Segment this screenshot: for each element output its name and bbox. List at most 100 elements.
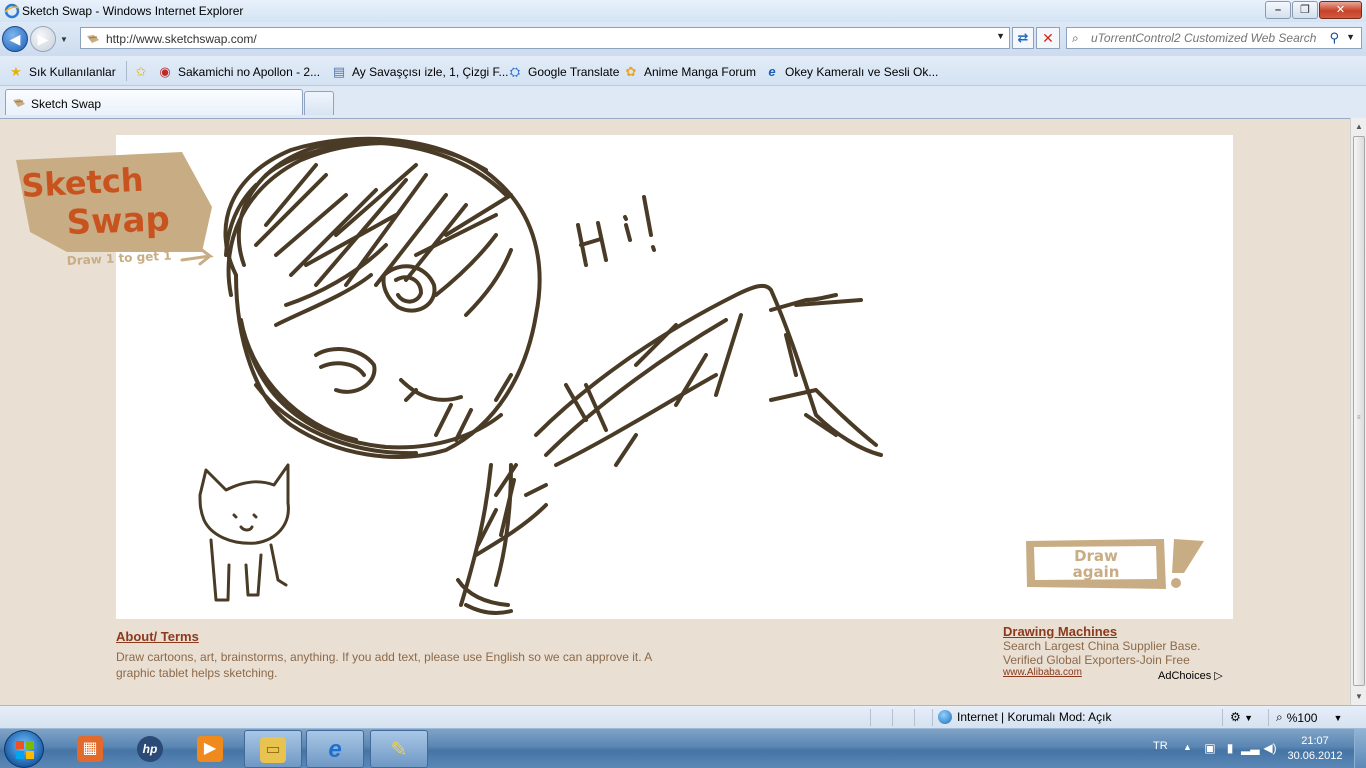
search-icon[interactable]: ⚲ xyxy=(1329,30,1339,46)
security-zone-label: Internet | Korumalı Mod: Açık xyxy=(957,710,1112,724)
windows-logo-icon xyxy=(16,741,34,759)
sketch-swap-logo[interactable]: Sketch Swap Draw 1 to get 1 xyxy=(12,152,217,277)
drawing-canvas[interactable]: Hi! Draw again xyxy=(116,135,1233,619)
back-button[interactable]: ◀ xyxy=(2,26,28,52)
search-provider-icon: ⌕ xyxy=(1072,31,1079,45)
tab-sketch-swap[interactable]: Sketch Swap xyxy=(5,89,303,115)
url-text[interactable]: http://www.sketchswap.com/ xyxy=(106,32,257,46)
favorites-bar: ★ Sık Kullanılanlar ✩ ◉ Sakamichi no Apo… xyxy=(0,56,1366,86)
translate-icon: ⛭ xyxy=(509,64,521,79)
status-separator xyxy=(870,709,871,726)
draw-again-button[interactable]: Draw again xyxy=(1024,537,1208,591)
favorites-button[interactable]: ★ Sık Kullanılanlar xyxy=(8,64,116,80)
favorite-item[interactable]: ✩ xyxy=(133,64,154,80)
logo-graphic: Sketch Swap Draw 1 to get 1 xyxy=(16,152,214,268)
add-favorites-icon: ✩ xyxy=(135,64,147,79)
gear-icon: ⚙ xyxy=(1230,710,1241,724)
address-dropdown-icon[interactable]: ▼ xyxy=(996,31,1005,41)
vertical-scrollbar[interactable]: ▲ ≡ ▼ xyxy=(1350,118,1366,705)
scroll-down-icon[interactable]: ▼ xyxy=(1351,688,1366,705)
favorite-label: Okey Kameralı ve Sesli Ok... xyxy=(785,65,939,79)
page-content: Hi! Draw again Sketch Swap Draw 1 to get… xyxy=(0,118,1350,705)
ad-text: Search Largest China Supplier Base. Veri… xyxy=(1003,639,1201,667)
logo-text-sketch: Sketch xyxy=(20,161,144,205)
language-indicator[interactable]: TR xyxy=(1153,740,1168,752)
favorite-item[interactable]: ⛭ Google Translate xyxy=(507,64,620,80)
hp-icon: hp xyxy=(137,736,163,762)
paint-icon: ✎ xyxy=(390,739,408,761)
stop-button[interactable]: ✕ xyxy=(1036,27,1060,49)
window-controls: – ❐ ✕ xyxy=(1264,1,1362,19)
status-separator xyxy=(892,709,893,726)
security-zone[interactable]: Internet | Korumalı Mod: Açık xyxy=(938,710,1112,724)
favorite-label: Ay Savaşçısı izle, 1, Çizgi F... xyxy=(352,65,509,79)
about-terms-link[interactable]: About/ Terms xyxy=(116,629,199,644)
close-button[interactable]: ✕ xyxy=(1319,1,1362,19)
taskbar-app-button[interactable]: ✎ xyxy=(370,730,428,768)
chevron-down-icon: ▼ xyxy=(1244,713,1254,723)
office-app-icon: ▦ xyxy=(77,736,103,762)
taskbar-app-button[interactable]: ▭ xyxy=(244,730,302,768)
ie-icon: e xyxy=(768,64,776,79)
address-bar[interactable]: http://www.sketchswap.com/ ▼ xyxy=(80,27,1010,49)
tab-label: Sketch Swap xyxy=(31,97,102,111)
zoom-icon: ⌕ xyxy=(1276,710,1283,724)
favorite-label: Sakamichi no Apollon - 2... xyxy=(178,65,321,79)
status-separator xyxy=(1222,709,1223,726)
refresh-icon: ⇄ xyxy=(1017,30,1029,45)
scrollbar-thumb[interactable]: ≡ xyxy=(1353,136,1365,686)
power-icon[interactable]: ▮ xyxy=(1223,741,1237,755)
tray-app-icon[interactable]: ▣ xyxy=(1203,741,1217,755)
show-hidden-icons-icon[interactable]: ▲ xyxy=(1183,742,1192,752)
zoom-control[interactable]: ⌕ %100 ▼ xyxy=(1276,710,1342,725)
close-icon: ✕ xyxy=(1335,4,1346,16)
start-button[interactable] xyxy=(4,730,44,768)
minimize-icon: – xyxy=(1274,4,1282,16)
network-icon[interactable]: ▂▃ xyxy=(1241,741,1259,755)
favorite-item[interactable]: ✿ Anime Manga Forum xyxy=(623,64,757,80)
taskbar-ie-button[interactable]: e xyxy=(306,730,364,768)
ie-icon: e xyxy=(328,736,342,763)
scroll-up-icon[interactable]: ▲ xyxy=(1351,118,1366,135)
folder-icon: ▭ xyxy=(260,737,286,763)
protected-mode-button[interactable]: ⚙ ▼ xyxy=(1230,710,1253,724)
site-favicon-icon xyxy=(13,99,25,107)
recent-pages-dropdown-icon[interactable]: ▼ xyxy=(60,35,68,44)
ie-icon xyxy=(4,3,20,19)
maximize-button[interactable]: ❐ xyxy=(1292,1,1318,19)
clock-date: 30.06.2012 xyxy=(1287,750,1343,762)
search-box[interactable]: ⌕ ⚲ ▼ xyxy=(1066,27,1362,49)
clock[interactable]: 21:07 30.06.2012 xyxy=(1285,734,1345,764)
draw-again-graphic: Draw again xyxy=(1026,539,1204,589)
back-arrow-icon: ◀ xyxy=(9,31,21,47)
system-tray: TR ▲ ▣ ▮ ▂▃ ◀) 21:07 30.06.2012 xyxy=(1145,729,1366,768)
favorite-item[interactable]: e Okey Kameralı ve Sesli Ok... xyxy=(764,64,938,80)
new-tab-button[interactable] xyxy=(304,91,334,115)
minimize-button[interactable]: – xyxy=(1265,1,1291,19)
site-icon: ◉ xyxy=(159,64,171,79)
favorites-separator xyxy=(126,61,127,81)
clock-time: 21:07 xyxy=(1301,735,1329,747)
taskbar-app-button[interactable]: ▶ xyxy=(182,730,240,768)
forward-button[interactable]: ▶ xyxy=(30,26,56,52)
globe-icon xyxy=(938,710,952,724)
restore-icon: ❐ xyxy=(1300,4,1310,16)
taskbar-app-button[interactable]: ▦ xyxy=(62,730,120,768)
favorites-label: Sık Kullanılanlar xyxy=(29,65,116,79)
search-options-dropdown-icon[interactable]: ▼ xyxy=(1346,32,1355,42)
favorite-item[interactable]: ◉ Sakamichi no Apollon - 2... xyxy=(157,64,320,80)
taskbar: ▦ hp ▶ ▭ e ✎ TR ▲ ▣ ▮ ▂▃ ◀) 21:07 30.06.… xyxy=(0,728,1366,768)
tagline-arrow-icon xyxy=(180,248,214,266)
media-player-icon: ▶ xyxy=(197,736,223,762)
show-desktop-button[interactable] xyxy=(1354,729,1366,768)
forum-icon: ✿ xyxy=(625,64,637,79)
volume-icon[interactable]: ◀) xyxy=(1263,741,1277,755)
ad-title-link[interactable]: Drawing Machines xyxy=(1003,624,1233,639)
search-input[interactable] xyxy=(1091,30,1321,46)
draw-again-label-line2: again xyxy=(1073,563,1120,581)
taskbar-app-button[interactable]: hp xyxy=(122,730,180,768)
status-separator xyxy=(1268,709,1269,726)
favorite-item[interactable]: ▤ Ay Savaşçısı izle, 1, Çizgi F... xyxy=(331,64,509,80)
refresh-button[interactable]: ⇄ xyxy=(1012,27,1034,49)
adchoices-link[interactable]: AdChoices ▷ xyxy=(1158,669,1223,682)
